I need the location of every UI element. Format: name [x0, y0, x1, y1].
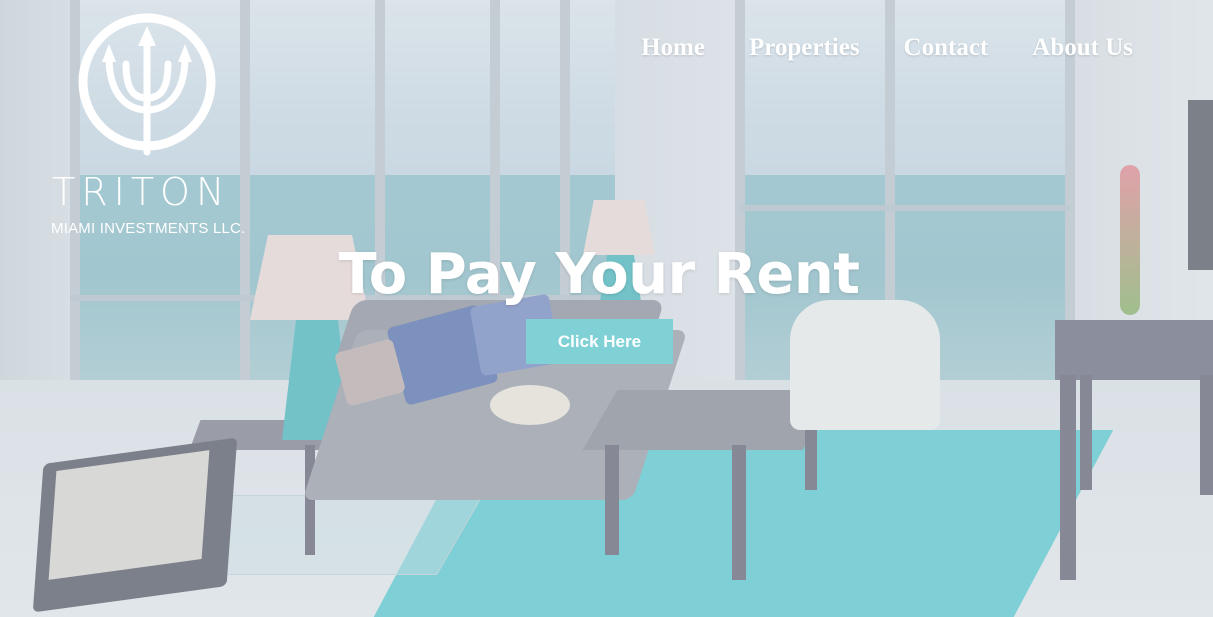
click-here-button[interactable]: Click Here: [526, 319, 673, 364]
company-logo[interactable]: TRITON MIAMI INVESTMENTS LLC.: [48, 2, 248, 242]
logo-title: TRITON: [52, 170, 231, 214]
hero-title: To Pay Your Rent: [338, 242, 860, 307]
nav-about-us[interactable]: About Us: [1032, 34, 1133, 62]
logo-subtitle: MIAMI INVESTMENTS LLC.: [51, 220, 246, 237]
nav-contact[interactable]: Contact: [904, 34, 989, 62]
main-nav: Home Properties Contact About Us: [641, 34, 1133, 62]
nav-home[interactable]: Home: [641, 34, 705, 62]
nav-properties[interactable]: Properties: [749, 34, 860, 62]
trident-icon: [78, 13, 216, 156]
